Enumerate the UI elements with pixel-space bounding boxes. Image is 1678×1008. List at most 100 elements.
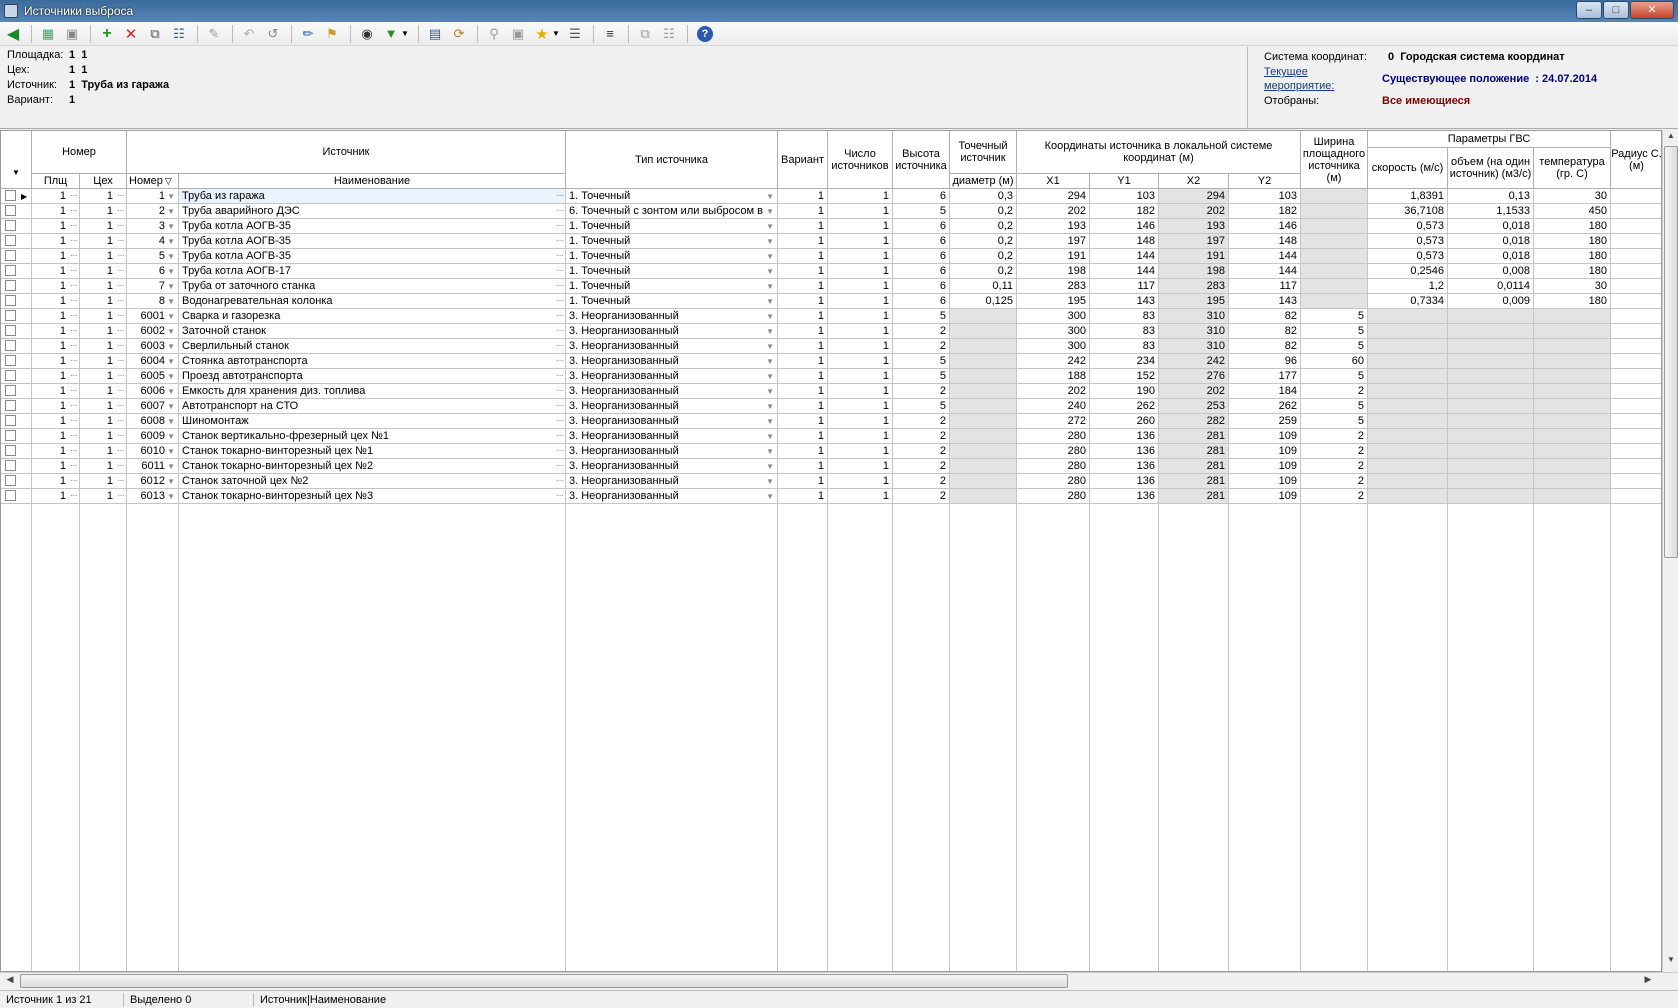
ellipsis-icon[interactable]: ··· — [70, 459, 78, 473]
cell-shir[interactable]: 5 — [1301, 339, 1368, 354]
cell-chislo[interactable]: 1 — [828, 444, 893, 459]
cell-obem[interactable] — [1448, 369, 1534, 384]
cell-name[interactable]: Сверлильный станок ··· — [179, 339, 566, 354]
cell-temp[interactable]: 450 — [1534, 204, 1611, 219]
horizontal-scroll-thumb[interactable] — [20, 974, 1068, 988]
cell-chislo[interactable]: 1 — [828, 369, 893, 384]
cell-chislo[interactable]: 1 — [828, 324, 893, 339]
cell-x1[interactable]: 280 — [1017, 429, 1090, 444]
cell-radius[interactable] — [1611, 324, 1661, 339]
cell-skor[interactable] — [1368, 474, 1448, 489]
columns-icon[interactable]: ≡ — [599, 24, 621, 44]
cell-shir[interactable] — [1301, 234, 1368, 249]
chevron-down-icon[interactable]: ▼ — [766, 219, 774, 233]
ellipsis-icon[interactable]: ··· — [117, 264, 125, 278]
cell-chislo[interactable]: 1 — [828, 489, 893, 504]
chevron-down-icon[interactable]: ▼ — [766, 294, 774, 308]
cell-chislo[interactable]: 1 — [828, 399, 893, 414]
cell-temp[interactable]: 180 — [1534, 219, 1611, 234]
cell-x2[interactable]: 294 — [1159, 189, 1229, 204]
cell-plsh[interactable]: 1 ··· — [32, 369, 80, 384]
cell-x2[interactable]: 310 — [1159, 324, 1229, 339]
cell-skor[interactable] — [1368, 399, 1448, 414]
cell-shir[interactable]: 2 — [1301, 489, 1368, 504]
cell-diam[interactable]: 0,2 — [950, 234, 1017, 249]
ellipsis-icon[interactable]: ··· — [70, 219, 78, 233]
cell-vysota[interactable]: 6 — [893, 279, 950, 294]
ellipsis-icon[interactable]: ··· — [556, 294, 564, 308]
cell-skor[interactable] — [1368, 429, 1448, 444]
ellipsis-icon[interactable]: ··· — [556, 339, 564, 353]
cell-x2[interactable]: 282 — [1159, 414, 1229, 429]
skorost-header[interactable]: скорость (м/с) — [1368, 148, 1448, 189]
ellipsis-icon[interactable]: ··· — [70, 324, 78, 338]
cell-x2[interactable]: 202 — [1159, 384, 1229, 399]
cell-shir[interactable] — [1301, 294, 1368, 309]
cell-shir[interactable]: 2 — [1301, 474, 1368, 489]
cell-tip[interactable]: 3. Неорганизованный ▼ — [566, 444, 778, 459]
row-checkbox[interactable] — [5, 190, 16, 201]
cell-x2[interactable]: 281 — [1159, 474, 1229, 489]
cell-obem[interactable] — [1448, 444, 1534, 459]
cell-shir[interactable]: 5 — [1301, 399, 1368, 414]
cell-skor[interactable]: 0,7334 — [1368, 294, 1448, 309]
cell-ceh[interactable]: 1 ··· — [80, 384, 127, 399]
cell-plsh[interactable]: 1 ··· — [32, 459, 80, 474]
cell-y1[interactable]: 144 — [1090, 264, 1159, 279]
page-icon[interactable]: ▣ — [61, 24, 83, 44]
chevron-down-icon[interactable]: ▼ — [167, 429, 175, 443]
row-checkbox[interactable] — [5, 340, 16, 351]
chevron-down-icon[interactable]: ▼ — [167, 384, 175, 398]
cell-shir[interactable] — [1301, 249, 1368, 264]
row-checkbox[interactable] — [5, 430, 16, 441]
cell-chislo[interactable]: 1 — [828, 204, 893, 219]
cell-name[interactable]: Станок вертикально-фрезерный цех №1 ··· — [179, 429, 566, 444]
vysota-header[interactable]: Высота источника — [893, 131, 950, 189]
cell-plsh[interactable]: 1 ··· — [32, 309, 80, 324]
ellipsis-icon[interactable]: ··· — [117, 309, 125, 323]
row-selector[interactable] — [1, 264, 32, 279]
scroll-right-icon[interactable]: ▶ — [1640, 974, 1656, 988]
ellipsis-icon[interactable]: ··· — [117, 399, 125, 413]
cell-nomer[interactable]: 5 ▼ — [127, 249, 179, 264]
cell-vysota[interactable]: 2 — [893, 474, 950, 489]
cell-name[interactable]: Труба котла АОГВ-35 ··· — [179, 219, 566, 234]
cell-skor[interactable] — [1368, 414, 1448, 429]
row-checkbox[interactable] — [5, 205, 16, 216]
cell-shir[interactable]: 60 — [1301, 354, 1368, 369]
cell-shir[interactable] — [1301, 204, 1368, 219]
cell-vysota[interactable]: 5 — [893, 399, 950, 414]
cell-nomer[interactable]: 2 ▼ — [127, 204, 179, 219]
chevron-down-icon[interactable]: ▼ — [167, 354, 175, 368]
ellipsis-icon[interactable]: ··· — [117, 414, 125, 428]
row-selector[interactable] — [1, 369, 32, 384]
cell-y2[interactable]: 109 — [1229, 444, 1301, 459]
cell-temp[interactable] — [1534, 339, 1611, 354]
chevron-down-icon[interactable]: ▼ — [167, 399, 175, 413]
chevron-down-icon[interactable]: ▼ — [766, 189, 774, 203]
cell-nomer[interactable]: 6001 ▼ — [127, 309, 179, 324]
cell-diam[interactable] — [950, 474, 1017, 489]
cell-radius[interactable] — [1611, 219, 1661, 234]
cell-ceh[interactable]: 1 ··· — [80, 279, 127, 294]
cell-x2[interactable]: 202 — [1159, 204, 1229, 219]
cell-vysota[interactable]: 6 — [893, 189, 950, 204]
cell-name[interactable]: Сварка и газорезка ··· — [179, 309, 566, 324]
cell-y1[interactable]: 136 — [1090, 489, 1159, 504]
ellipsis-icon[interactable]: ··· — [556, 264, 564, 278]
ellipsis-icon[interactable]: ··· — [70, 204, 78, 218]
cell-temp[interactable] — [1534, 459, 1611, 474]
cell-variant[interactable]: 1 — [778, 249, 828, 264]
cell-x1[interactable]: 195 — [1017, 294, 1090, 309]
ellipsis-icon[interactable]: ··· — [117, 474, 125, 488]
chevron-down-icon[interactable]: ▼ — [766, 309, 774, 323]
variant-header[interactable]: Вариант — [778, 131, 828, 189]
cell-name[interactable]: Стоянка автотранспорта ··· — [179, 354, 566, 369]
ellipsis-icon[interactable]: ··· — [556, 459, 564, 473]
cell-plsh[interactable]: 1 ··· — [32, 414, 80, 429]
cell-shir[interactable] — [1301, 189, 1368, 204]
cell-nomer[interactable]: 6006 ▼ — [127, 384, 179, 399]
row-selector[interactable] — [1, 309, 32, 324]
filter-icon[interactable]: ▼ — [380, 24, 402, 44]
cell-temp[interactable] — [1534, 384, 1611, 399]
